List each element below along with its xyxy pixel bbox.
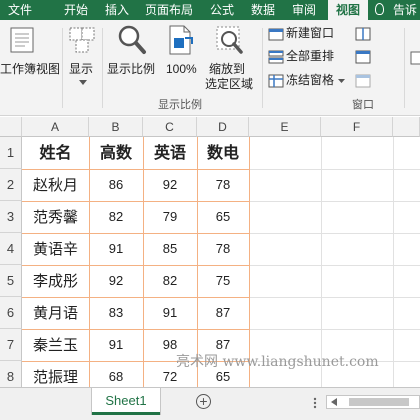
column-header-b[interactable]: B <box>89 117 143 137</box>
table-header-cell[interactable]: 姓名 <box>22 137 89 169</box>
sheet-tab[interactable]: Sheet1 <box>92 388 160 415</box>
add-sheet-icon[interactable]: + <box>196 394 211 409</box>
table-cell[interactable]: 91 <box>89 233 143 265</box>
table-cell[interactable]: 黄月语 <box>22 297 89 329</box>
tab-review[interactable]: 审阅 <box>290 0 318 20</box>
watermark: 亮术网 www.liangshunet.com <box>176 354 379 370</box>
show-label: 显示 <box>69 62 94 76</box>
row-header[interactable]: 7 <box>0 329 22 361</box>
table-cell[interactable]: 范秀馨 <box>22 201 89 233</box>
table-cell[interactable]: 78 <box>197 233 249 265</box>
table-cell[interactable]: 秦兰玉 <box>22 329 89 361</box>
table-cell[interactable]: 92 <box>143 169 197 201</box>
table-cell[interactable]: 68 <box>89 361 143 387</box>
tab-home[interactable]: 开始 <box>62 0 90 20</box>
tab-page-layout[interactable]: 页面布局 <box>141 0 197 20</box>
table-cell[interactable]: 79 <box>143 201 197 233</box>
row-header[interactable]: 8 <box>0 361 22 387</box>
unhide-icon[interactable] <box>355 74 371 88</box>
table-cell[interactable]: 82 <box>89 201 143 233</box>
tab-data[interactable]: 数据 <box>249 0 277 20</box>
arrange-all-label: 全部重排 <box>286 49 335 63</box>
scrollbar-thumb[interactable] <box>349 398 409 406</box>
tab-tell-me[interactable]: 告诉 <box>390 0 420 20</box>
table-cell[interactable]: 65 <box>197 201 249 233</box>
table-cell[interactable]: 86 <box>89 169 143 201</box>
new-window-icon <box>268 28 284 41</box>
table-cell[interactable]: 78 <box>197 169 249 201</box>
table-cell[interactable]: 87 <box>197 297 249 329</box>
ribbon-view: 工作簿视图 显示 显示比例 100% 缩放到 选定区域 显示比例 新建窗口 全部… <box>0 20 420 116</box>
split-icon[interactable] <box>355 27 371 41</box>
chevron-down-icon <box>79 80 87 85</box>
horizontal-scrollbar[interactable] <box>326 395 420 409</box>
table-cell[interactable]: 李成彤 <box>22 265 89 297</box>
more-options-icon[interactable] <box>312 397 318 409</box>
table-header-cell[interactable]: 数电 <box>197 137 249 169</box>
workbook-views-label: 工作簿视图 <box>0 62 61 76</box>
zoom-icon <box>118 25 146 54</box>
table-header-cell[interactable]: 高数 <box>89 137 143 169</box>
zoom-100-label: 100% <box>166 62 197 76</box>
zoom-to-selection-icon <box>216 26 243 54</box>
select-all-corner[interactable] <box>0 117 22 137</box>
table-cell[interactable]: 91 <box>89 329 143 361</box>
tab-formulas[interactable]: 公式 <box>208 0 236 20</box>
freeze-panes-icon <box>268 74 284 88</box>
table-cell[interactable]: 82 <box>143 265 197 297</box>
partial-icon[interactable] <box>410 50 420 66</box>
table-cell[interactable]: 范振理 <box>22 361 89 387</box>
table-cell[interactable]: 75 <box>197 265 249 297</box>
column-header-a[interactable]: A <box>22 117 89 137</box>
column-header-d[interactable]: D <box>197 117 249 137</box>
column-header-f[interactable]: F <box>321 117 393 137</box>
zoom-to-selection-label-line1: 缩放到 <box>209 62 246 76</box>
row-header[interactable]: 3 <box>0 201 22 233</box>
zoom-100-icon <box>169 25 193 55</box>
table-header-cell[interactable]: 英语 <box>143 137 197 169</box>
worksheet-grid[interactable]: A B C D E F 1 2 3 4 5 6 7 8 姓名 高数 英语 数电 … <box>0 117 420 387</box>
table-cell[interactable]: 85 <box>143 233 197 265</box>
table-cell[interactable]: 黄语辛 <box>22 233 89 265</box>
new-window-label: 新建窗口 <box>286 26 335 40</box>
column-header-g[interactable] <box>393 117 420 137</box>
tab-insert[interactable]: 插入 <box>103 0 131 20</box>
row-header[interactable]: 1 <box>0 137 22 169</box>
scroll-left-icon[interactable] <box>330 398 338 407</box>
freeze-panes-label: 冻结窗格 <box>286 73 335 87</box>
column-header-c[interactable]: C <box>143 117 197 137</box>
zoom-label: 显示比例 <box>107 62 156 76</box>
chevron-down-icon <box>338 79 345 83</box>
row-header[interactable]: 2 <box>0 169 22 201</box>
column-header-e[interactable]: E <box>249 117 321 137</box>
table-cell[interactable]: 92 <box>89 265 143 297</box>
table-cell[interactable]: 赵秋月 <box>22 169 89 201</box>
row-header[interactable]: 6 <box>0 297 22 329</box>
sheet-tab-bar: Sheet1 + <box>0 387 420 420</box>
zoom-to-selection-label-line2: 选定区域 <box>205 77 254 91</box>
tab-file[interactable]: 文件 <box>0 0 40 20</box>
workbook-views-icon <box>10 27 34 53</box>
show-icon <box>69 27 95 53</box>
arrange-all-icon <box>268 50 284 64</box>
tab-view[interactable]: 视图 <box>328 0 368 20</box>
hide-icon[interactable] <box>355 50 371 64</box>
zoom-group-label: 显示比例 <box>158 99 202 111</box>
window-group-label: 窗口 <box>352 99 374 111</box>
row-header[interactable]: 4 <box>0 233 22 265</box>
table-cell[interactable]: 83 <box>89 297 143 329</box>
row-header[interactable]: 5 <box>0 265 22 297</box>
ribbon-tab-bar: 文件 开始 插入 页面布局 公式 数据 审阅 视图 告诉 <box>0 0 420 20</box>
table-cell[interactable]: 91 <box>143 297 197 329</box>
lightbulb-icon[interactable] <box>375 3 384 15</box>
